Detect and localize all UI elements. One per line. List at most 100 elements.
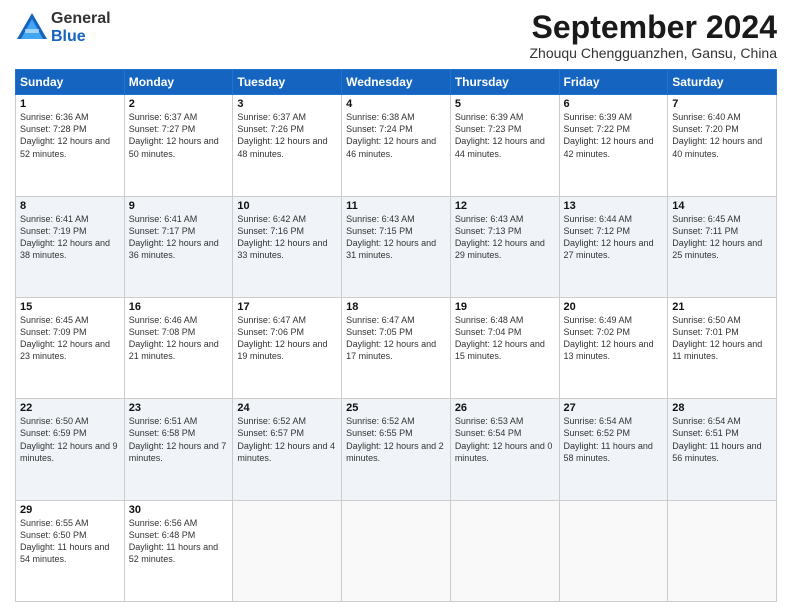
day-info: Sunrise: 6:43 AMSunset: 7:15 PMDaylight:… (346, 213, 446, 262)
calendar-cell (342, 500, 451, 601)
day-number: 22 (20, 402, 120, 414)
calendar-cell: 28Sunrise: 6:54 AMSunset: 6:51 PMDayligh… (668, 399, 777, 500)
logo-blue: Blue (51, 28, 111, 46)
calendar-cell: 18Sunrise: 6:47 AMSunset: 7:05 PMDayligh… (342, 297, 451, 398)
logo-icon (15, 11, 49, 45)
day-number: 27 (564, 402, 664, 414)
calendar-cell: 22Sunrise: 6:50 AMSunset: 6:59 PMDayligh… (16, 399, 125, 500)
day-info: Sunrise: 6:48 AMSunset: 7:04 PMDaylight:… (455, 314, 555, 363)
calendar-cell (668, 500, 777, 601)
calendar-table: Sunday Monday Tuesday Wednesday Thursday… (15, 69, 777, 602)
day-number: 8 (20, 200, 120, 212)
day-info: Sunrise: 6:43 AMSunset: 7:13 PMDaylight:… (455, 213, 555, 262)
day-info: Sunrise: 6:38 AMSunset: 7:24 PMDaylight:… (346, 111, 446, 160)
day-info: Sunrise: 6:45 AMSunset: 7:11 PMDaylight:… (672, 213, 772, 262)
day-number: 30 (129, 504, 229, 516)
calendar-cell: 10Sunrise: 6:42 AMSunset: 7:16 PMDayligh… (233, 196, 342, 297)
day-number: 29 (20, 504, 120, 516)
day-number: 9 (129, 200, 229, 212)
day-number: 23 (129, 402, 229, 414)
day-info: Sunrise: 6:51 AMSunset: 6:58 PMDaylight:… (129, 415, 229, 464)
calendar-cell: 7Sunrise: 6:40 AMSunset: 7:20 PMDaylight… (668, 95, 777, 196)
header-monday: Monday (124, 70, 233, 95)
day-info: Sunrise: 6:52 AMSunset: 6:57 PMDaylight:… (237, 415, 337, 464)
calendar-week-row: 15Sunrise: 6:45 AMSunset: 7:09 PMDayligh… (16, 297, 777, 398)
calendar-cell: 3Sunrise: 6:37 AMSunset: 7:26 PMDaylight… (233, 95, 342, 196)
header-sunday: Sunday (16, 70, 125, 95)
calendar-week-row: 8Sunrise: 6:41 AMSunset: 7:19 PMDaylight… (16, 196, 777, 297)
header-tuesday: Tuesday (233, 70, 342, 95)
calendar-cell: 30Sunrise: 6:56 AMSunset: 6:48 PMDayligh… (124, 500, 233, 601)
day-info: Sunrise: 6:44 AMSunset: 7:12 PMDaylight:… (564, 213, 664, 262)
header-saturday: Saturday (668, 70, 777, 95)
day-number: 1 (20, 98, 120, 110)
logo-general: General (51, 10, 111, 28)
calendar-cell: 11Sunrise: 6:43 AMSunset: 7:15 PMDayligh… (342, 196, 451, 297)
location: Zhouqu Chengguanzhen, Gansu, China (529, 45, 777, 61)
month-title: September 2024 (529, 10, 777, 45)
day-info: Sunrise: 6:49 AMSunset: 7:02 PMDaylight:… (564, 314, 664, 363)
day-info: Sunrise: 6:54 AMSunset: 6:51 PMDaylight:… (672, 415, 772, 464)
calendar-cell: 29Sunrise: 6:55 AMSunset: 6:50 PMDayligh… (16, 500, 125, 601)
day-info: Sunrise: 6:39 AMSunset: 7:22 PMDaylight:… (564, 111, 664, 160)
day-info: Sunrise: 6:36 AMSunset: 7:28 PMDaylight:… (20, 111, 120, 160)
page: General Blue September 2024 Zhouqu Cheng… (0, 0, 792, 612)
day-info: Sunrise: 6:56 AMSunset: 6:48 PMDaylight:… (129, 517, 229, 566)
calendar-cell: 8Sunrise: 6:41 AMSunset: 7:19 PMDaylight… (16, 196, 125, 297)
calendar-cell (559, 500, 668, 601)
day-number: 26 (455, 402, 555, 414)
logo: General Blue (15, 10, 111, 45)
day-info: Sunrise: 6:47 AMSunset: 7:05 PMDaylight:… (346, 314, 446, 363)
day-info: Sunrise: 6:55 AMSunset: 6:50 PMDaylight:… (20, 517, 120, 566)
day-number: 18 (346, 301, 446, 313)
day-number: 6 (564, 98, 664, 110)
calendar-week-row: 29Sunrise: 6:55 AMSunset: 6:50 PMDayligh… (16, 500, 777, 601)
day-info: Sunrise: 6:37 AMSunset: 7:26 PMDaylight:… (237, 111, 337, 160)
calendar-cell: 1Sunrise: 6:36 AMSunset: 7:28 PMDaylight… (16, 95, 125, 196)
day-number: 5 (455, 98, 555, 110)
calendar-cell: 16Sunrise: 6:46 AMSunset: 7:08 PMDayligh… (124, 297, 233, 398)
day-info: Sunrise: 6:37 AMSunset: 7:27 PMDaylight:… (129, 111, 229, 160)
day-info: Sunrise: 6:47 AMSunset: 7:06 PMDaylight:… (237, 314, 337, 363)
title-block: September 2024 Zhouqu Chengguanzhen, Gan… (529, 10, 777, 61)
day-number: 25 (346, 402, 446, 414)
day-number: 19 (455, 301, 555, 313)
header: General Blue September 2024 Zhouqu Cheng… (15, 10, 777, 61)
day-number: 12 (455, 200, 555, 212)
day-info: Sunrise: 6:50 AMSunset: 7:01 PMDaylight:… (672, 314, 772, 363)
day-info: Sunrise: 6:42 AMSunset: 7:16 PMDaylight:… (237, 213, 337, 262)
calendar-cell: 26Sunrise: 6:53 AMSunset: 6:54 PMDayligh… (450, 399, 559, 500)
day-number: 7 (672, 98, 772, 110)
header-wednesday: Wednesday (342, 70, 451, 95)
day-number: 10 (237, 200, 337, 212)
calendar-week-row: 1Sunrise: 6:36 AMSunset: 7:28 PMDaylight… (16, 95, 777, 196)
day-info: Sunrise: 6:52 AMSunset: 6:55 PMDaylight:… (346, 415, 446, 464)
calendar-cell: 6Sunrise: 6:39 AMSunset: 7:22 PMDaylight… (559, 95, 668, 196)
calendar-cell: 15Sunrise: 6:45 AMSunset: 7:09 PMDayligh… (16, 297, 125, 398)
day-number: 20 (564, 301, 664, 313)
day-info: Sunrise: 6:54 AMSunset: 6:52 PMDaylight:… (564, 415, 664, 464)
day-number: 4 (346, 98, 446, 110)
day-number: 11 (346, 200, 446, 212)
day-info: Sunrise: 6:39 AMSunset: 7:23 PMDaylight:… (455, 111, 555, 160)
calendar-cell: 23Sunrise: 6:51 AMSunset: 6:58 PMDayligh… (124, 399, 233, 500)
day-info: Sunrise: 6:45 AMSunset: 7:09 PMDaylight:… (20, 314, 120, 363)
day-info: Sunrise: 6:50 AMSunset: 6:59 PMDaylight:… (20, 415, 120, 464)
calendar-cell: 5Sunrise: 6:39 AMSunset: 7:23 PMDaylight… (450, 95, 559, 196)
calendar-cell: 13Sunrise: 6:44 AMSunset: 7:12 PMDayligh… (559, 196, 668, 297)
calendar-cell: 27Sunrise: 6:54 AMSunset: 6:52 PMDayligh… (559, 399, 668, 500)
day-info: Sunrise: 6:40 AMSunset: 7:20 PMDaylight:… (672, 111, 772, 160)
calendar-cell (233, 500, 342, 601)
day-number: 16 (129, 301, 229, 313)
day-info: Sunrise: 6:46 AMSunset: 7:08 PMDaylight:… (129, 314, 229, 363)
calendar-cell: 19Sunrise: 6:48 AMSunset: 7:04 PMDayligh… (450, 297, 559, 398)
day-number: 24 (237, 402, 337, 414)
calendar-cell: 9Sunrise: 6:41 AMSunset: 7:17 PMDaylight… (124, 196, 233, 297)
calendar-cell: 4Sunrise: 6:38 AMSunset: 7:24 PMDaylight… (342, 95, 451, 196)
calendar-cell: 20Sunrise: 6:49 AMSunset: 7:02 PMDayligh… (559, 297, 668, 398)
calendar-cell: 21Sunrise: 6:50 AMSunset: 7:01 PMDayligh… (668, 297, 777, 398)
calendar-cell: 2Sunrise: 6:37 AMSunset: 7:27 PMDaylight… (124, 95, 233, 196)
day-info: Sunrise: 6:53 AMSunset: 6:54 PMDaylight:… (455, 415, 555, 464)
header-friday: Friday (559, 70, 668, 95)
calendar-cell: 17Sunrise: 6:47 AMSunset: 7:06 PMDayligh… (233, 297, 342, 398)
